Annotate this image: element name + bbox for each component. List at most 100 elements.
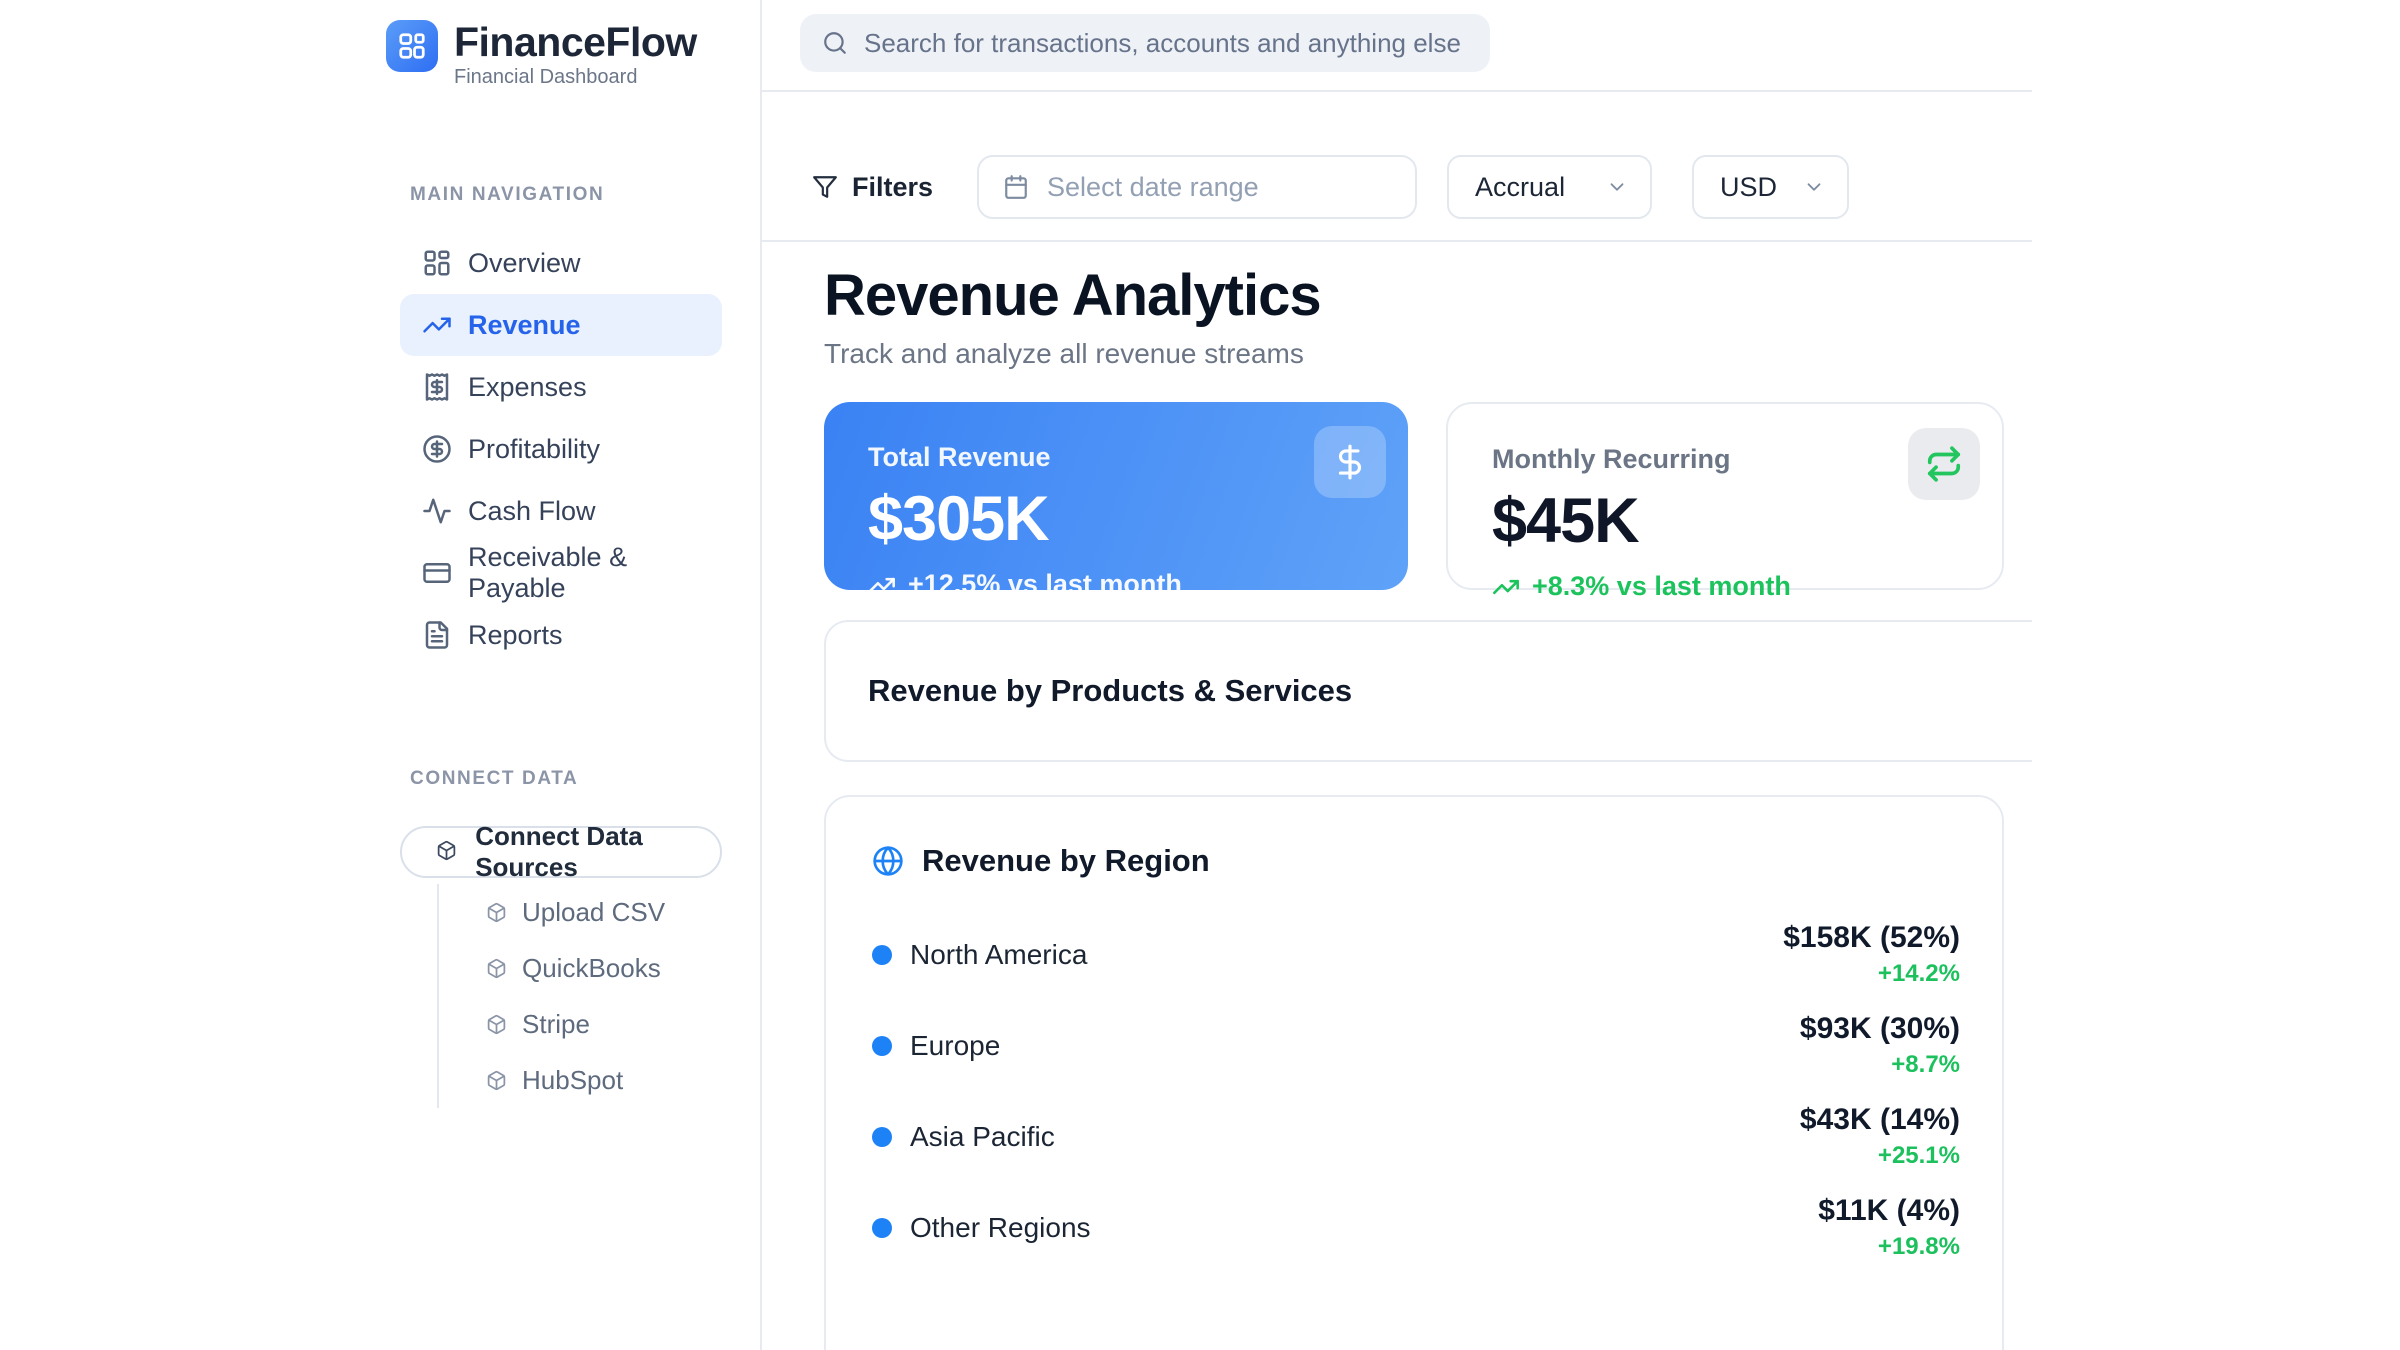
cube-icon <box>486 902 507 923</box>
connect-data-sources-button[interactable]: Connect Data Sources <box>400 826 722 878</box>
brand-logo[interactable]: FinanceFlow Financial Dashboard <box>386 20 697 89</box>
connect-sources-list: Upload CSV QuickBooks Stripe <box>437 884 737 1108</box>
chevron-down-icon <box>1606 176 1628 198</box>
sidebar-item-label: Cash Flow <box>468 496 596 527</box>
receipt-icon <box>422 372 452 402</box>
connect-section-label: CONNECT DATA <box>410 768 578 790</box>
repeat-icon <box>1908 428 1980 500</box>
sidebar-item-label: Profitability <box>468 434 600 465</box>
region-name: Asia Pacific <box>910 1121 1055 1153</box>
sidebar-item-expenses[interactable]: Expenses <box>400 356 722 418</box>
currency-value: USD <box>1720 172 1777 203</box>
calendar-icon <box>1003 174 1029 200</box>
kpi-delta: +8.3% vs last month <box>1492 571 2002 602</box>
dot-icon <box>872 1036 892 1056</box>
credit-card-icon <box>422 558 452 588</box>
revenue-by-region-card: Revenue by Region North America $158K (5… <box>824 795 2004 1350</box>
region-value: $158K (52%) <box>1783 921 1960 955</box>
currency-select[interactable]: USD <box>1692 155 1849 219</box>
dot-icon <box>872 945 892 965</box>
dollar-icon <box>1314 426 1386 498</box>
region-name: North America <box>910 939 1087 971</box>
global-search[interactable] <box>800 14 1490 72</box>
cube-icon <box>486 958 507 979</box>
sidebar: FinanceFlow Financial Dashboard MAIN NAV… <box>386 0 762 1350</box>
region-row-other-regions: Other Regions $11K (4%) +19.8% <box>872 1194 1960 1261</box>
region-card-header: Revenue by Region <box>872 843 1960 879</box>
region-delta: +19.8% <box>1818 1233 1960 1261</box>
page-title: Revenue Analytics <box>824 262 1321 329</box>
sidebar-item-label: Reports <box>468 620 563 651</box>
kpi-cards: Total Revenue $305K +12.5% vs last month… <box>824 402 2004 590</box>
trending-up-icon <box>422 310 452 340</box>
accounting-basis-select[interactable]: Accrual <box>1447 155 1652 219</box>
filters-toolbar: Filters Accrual USD <box>812 155 1849 219</box>
source-item-hubspot[interactable]: HubSpot <box>439 1052 737 1108</box>
source-item-upload-csv[interactable]: Upload CSV <box>439 884 737 940</box>
region-card-title: Revenue by Region <box>922 843 1210 879</box>
region-delta: +25.1% <box>1800 1142 1960 1170</box>
dot-icon <box>872 1218 892 1238</box>
region-rows: North America $158K (52%) +14.2% Europe … <box>872 921 1960 1261</box>
source-item-label: Stripe <box>522 1009 590 1040</box>
revenue-by-products-card: Revenue by Products & Services <box>824 620 2032 762</box>
circle-dollar-icon <box>422 434 452 464</box>
sidebar-item-revenue[interactable]: Revenue <box>400 294 722 356</box>
kpi-delta-label: +8.3% vs last month <box>1532 571 1791 602</box>
sidebar-item-profitability[interactable]: Profitability <box>400 418 722 480</box>
total-revenue-card[interactable]: Total Revenue $305K +12.5% vs last month <box>824 402 1408 590</box>
document-icon <box>422 620 452 650</box>
kpi-delta: +12.5% vs last month <box>868 569 1408 600</box>
brand-name: FinanceFlow <box>454 20 697 64</box>
dot-icon <box>872 1127 892 1147</box>
sidebar-item-reports[interactable]: Reports <box>400 604 722 666</box>
cube-icon <box>436 840 457 864</box>
region-row-europe: Europe $93K (30%) +8.7% <box>872 1012 1960 1079</box>
brand-tagline: Financial Dashboard <box>454 66 697 89</box>
filters-button-label: Filters <box>852 172 933 203</box>
globe-icon <box>872 845 904 877</box>
cube-icon <box>486 1070 507 1091</box>
region-value: $93K (30%) <box>1800 1012 1960 1046</box>
main-content: Filters Accrual USD R <box>762 0 2032 1350</box>
search-input[interactable] <box>864 28 1468 59</box>
region-name: Other Regions <box>910 1212 1091 1244</box>
date-range-input[interactable] <box>1047 172 1401 203</box>
date-range-picker[interactable] <box>977 155 1417 219</box>
filters-divider <box>762 240 2032 242</box>
source-item-label: HubSpot <box>522 1065 623 1096</box>
trending-up-icon <box>868 571 896 599</box>
region-value: $43K (14%) <box>1800 1103 1960 1137</box>
sidebar-item-label: Expenses <box>468 372 587 403</box>
funnel-icon <box>812 174 838 200</box>
sidebar-item-receivable-payable[interactable]: Receivable & Payable <box>400 542 722 604</box>
chevron-down-icon <box>1803 176 1825 198</box>
header-divider <box>762 90 2032 92</box>
page-subtitle: Track and analyze all revenue streams <box>824 338 1304 370</box>
sidebar-item-label: Receivable & Payable <box>468 542 722 604</box>
region-delta: +8.7% <box>1800 1051 1960 1079</box>
cube-icon <box>486 1014 507 1035</box>
search-icon <box>822 30 848 56</box>
dashboard-logo-icon <box>386 20 438 72</box>
region-value: $11K (4%) <box>1818 1194 1960 1228</box>
kpi-delta-label: +12.5% vs last month <box>908 569 1182 600</box>
trending-up-icon <box>1492 573 1520 601</box>
sidebar-item-label: Revenue <box>468 310 581 341</box>
nav-section-label: MAIN NAVIGATION <box>410 184 604 206</box>
accounting-basis-value: Accrual <box>1475 172 1565 203</box>
sidebar-item-label: Overview <box>468 248 581 279</box>
grid-icon <box>422 248 452 278</box>
region-row-asia-pacific: Asia Pacific $43K (14%) +25.1% <box>872 1103 1960 1170</box>
filters-button[interactable]: Filters <box>812 172 933 203</box>
monthly-recurring-card[interactable]: Monthly Recurring $45K +8.3% vs last mon… <box>1446 402 2004 590</box>
region-row-north-america: North America $158K (52%) +14.2% <box>872 921 1960 988</box>
activity-icon <box>422 496 452 526</box>
connect-button-label: Connect Data Sources <box>475 821 720 883</box>
source-item-quickbooks[interactable]: QuickBooks <box>439 940 737 996</box>
sidebar-item-cash-flow[interactable]: Cash Flow <box>400 480 722 542</box>
region-name: Europe <box>910 1030 1000 1062</box>
brand-text: FinanceFlow Financial Dashboard <box>454 20 697 89</box>
source-item-stripe[interactable]: Stripe <box>439 996 737 1052</box>
sidebar-item-overview[interactable]: Overview <box>400 232 722 294</box>
